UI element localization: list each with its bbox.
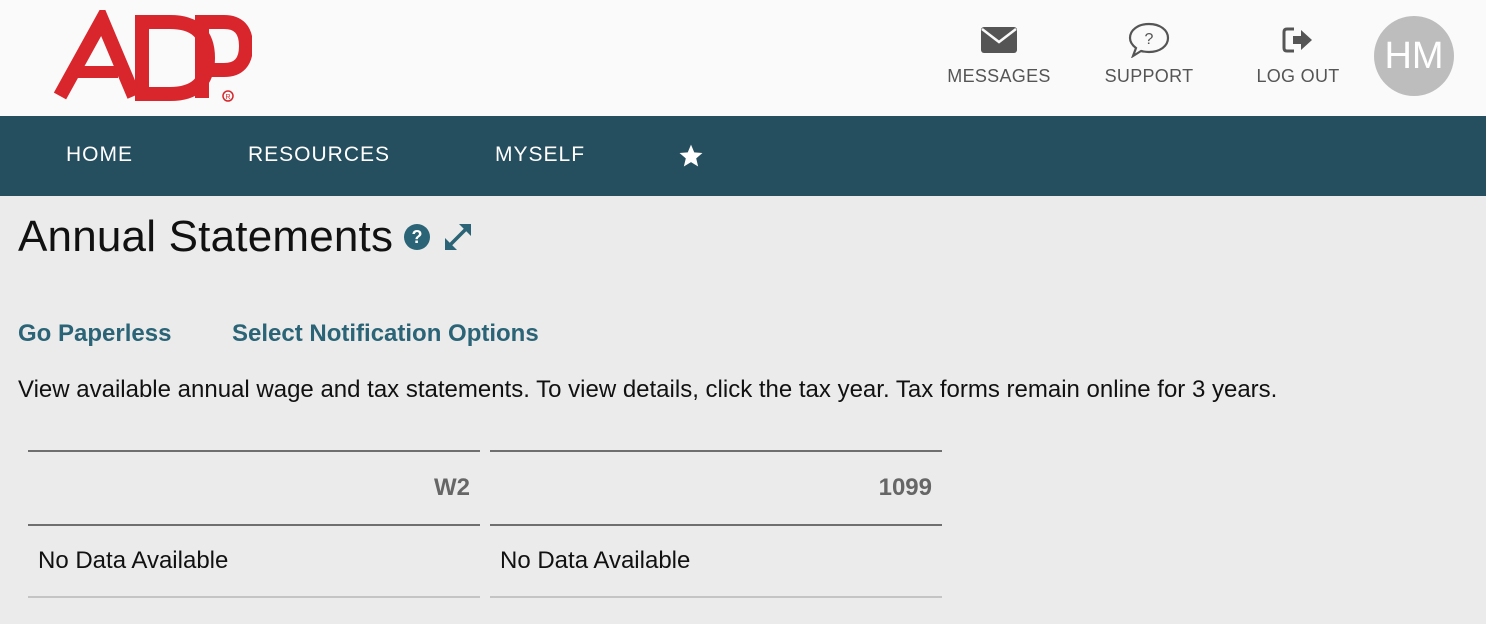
page-description: View available annual wage and tax state…	[18, 376, 1278, 403]
w2-statements-column: W2 No Data Available	[28, 450, 480, 598]
messages-label: MESSAGES	[947, 66, 1051, 86]
speech-bubble-question-icon: ?	[1084, 22, 1214, 58]
question-circle-icon[interactable]: ?	[403, 223, 431, 251]
envelope-icon	[934, 22, 1064, 58]
logout-label: LOG OUT	[1256, 66, 1340, 86]
adp-logo[interactable]: R	[52, 3, 254, 104]
page-title-row: Annual Statements ?	[18, 212, 475, 262]
sign-out-icon	[1233, 22, 1363, 58]
nav-item-home[interactable]: HOME	[66, 116, 133, 196]
w2-empty-row: No Data Available	[28, 526, 480, 598]
svg-text:?: ?	[1145, 31, 1154, 48]
logout-button[interactable]: LOG OUT	[1233, 22, 1363, 87]
star-icon	[679, 144, 703, 167]
go-paperless-link[interactable]: Go Paperless	[18, 320, 171, 348]
top-header: R MESSAGES ? SUPPORT LOG OUT HM	[0, 0, 1486, 116]
form-1099-empty-row: No Data Available	[490, 526, 942, 598]
support-button[interactable]: ? SUPPORT	[1084, 22, 1214, 87]
messages-button[interactable]: MESSAGES	[934, 22, 1064, 87]
svg-text:?: ?	[412, 227, 423, 247]
main-nav: HOME RESOURCES MYSELF	[0, 116, 1486, 196]
form-1099-statements-column: 1099 No Data Available	[490, 450, 942, 598]
page-title: Annual Statements	[18, 212, 394, 261]
expand-arrows-icon[interactable]	[441, 220, 475, 254]
favorites-star-button[interactable]	[678, 116, 704, 196]
user-avatar[interactable]: HM	[1374, 16, 1454, 96]
svg-text:R: R	[225, 94, 230, 101]
nav-item-myself[interactable]: MYSELF	[495, 116, 585, 196]
adp-logo-graphic: R	[53, 3, 254, 102]
w2-column-header: W2	[28, 450, 480, 526]
form-1099-column-header: 1099	[490, 450, 942, 526]
select-notification-options-link[interactable]: Select Notification Options	[232, 320, 539, 348]
support-label: SUPPORT	[1104, 66, 1194, 86]
nav-item-resources[interactable]: RESOURCES	[248, 116, 390, 196]
